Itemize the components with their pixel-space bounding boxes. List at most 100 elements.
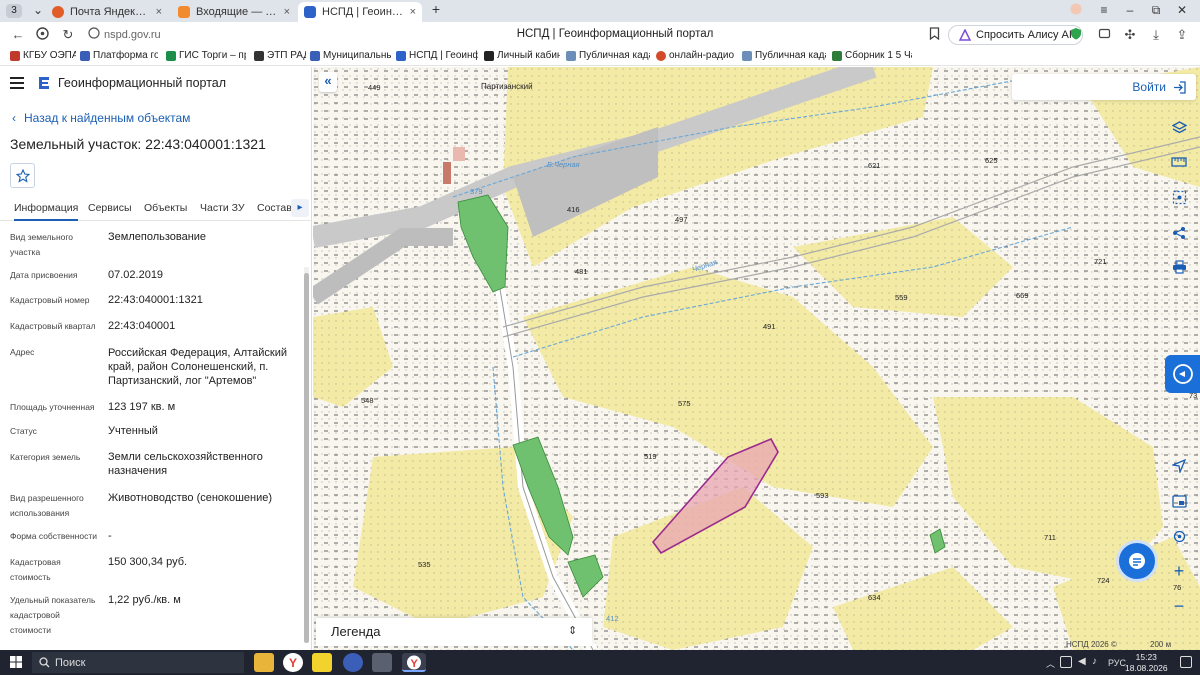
download-icon[interactable]: ⤓ [1148, 27, 1164, 43]
bookmark-item[interactable]: КГБУ ОЭПАК [10, 50, 76, 61]
tab-parcel-parts[interactable]: Части ЗУ [200, 202, 245, 214]
system-clock[interactable]: 15:23 18.08.2026 [1125, 652, 1168, 674]
media-app-icon[interactable] [312, 653, 332, 672]
clock-time: 15:23 [1135, 652, 1157, 662]
tabs-next-arrow-icon[interactable]: ▸ [291, 199, 309, 217]
refresh-icon[interactable]: ↻ [60, 27, 76, 43]
nspd-favicon-icon [304, 6, 316, 18]
bookmark-item[interactable]: ГИС Торги – прод [166, 50, 246, 61]
close-window-icon[interactable]: ✕ [1170, 3, 1194, 17]
field-label: Статус [10, 426, 37, 436]
language-indicator[interactable]: РУС [1108, 658, 1126, 668]
tab-count-badge[interactable]: 3 [6, 4, 22, 18]
translate-icon[interactable] [1096, 27, 1112, 43]
tray-chevron-icon[interactable]: ︿ [1046, 657, 1055, 670]
bookmark-item[interactable]: ЭТП РАД [254, 50, 306, 61]
bookmark-item[interactable]: Платформа госуд [80, 50, 158, 61]
url-field[interactable]: nspd.gov.ru [104, 29, 161, 41]
ask-alice-button[interactable]: Спросить Алису AI [948, 25, 1083, 45]
minimap-icon[interactable] [1168, 490, 1190, 512]
tab-nspd-portal[interactable]: НСПД | Геоинформацио × [298, 2, 422, 22]
legend-toggle-icon[interactable]: ⇕ [568, 624, 577, 637]
yandex-browser-active-icon[interactable]: Y [402, 653, 426, 672]
yandex-browser-icon[interactable]: Y [283, 653, 303, 672]
tab-services[interactable]: Сервисы [88, 202, 132, 214]
area-select-icon[interactable] [1168, 186, 1190, 208]
back-arrow-icon[interactable]: ← [10, 27, 26, 42]
site-security-icon[interactable] [86, 27, 102, 42]
zoom-out-button[interactable]: − [1168, 595, 1190, 617]
collapse-panel-button[interactable]: « [319, 72, 337, 92]
tab-yandex-mail-360[interactable]: Почта Яндекс 360 — бесп × [46, 2, 168, 22]
elevation-label: 711 [1044, 533, 1056, 542]
search-icon [39, 657, 50, 668]
topographic-map[interactable]: Партизанский Б.Черная Черная 449 416 497… [313, 67, 1200, 650]
bookmark-item[interactable]: Публичная кадас [742, 50, 826, 61]
share-icon[interactable]: ⇪ [1174, 27, 1190, 43]
app-c-icon[interactable] [343, 653, 363, 672]
login-button[interactable]: Войти [1132, 80, 1166, 94]
location-icon[interactable] [1168, 525, 1190, 547]
bookmark-item[interactable]: НСПД | Геоинфор [396, 50, 478, 61]
back-to-results-link[interactable]: ‹ Назад к найденным объектам [12, 111, 190, 125]
bookmark-item[interactable]: Личный кабинет [484, 50, 560, 61]
page-title: НСПД | Геоинформационный портал [516, 28, 714, 40]
settings-app-icon[interactable] [372, 653, 392, 672]
layers-icon[interactable] [1168, 117, 1190, 139]
notifications-icon[interactable] [1180, 656, 1192, 668]
zoom-in-button[interactable]: + [1168, 560, 1190, 582]
field-label: Кадастровый номер [10, 295, 90, 305]
tab-information[interactable]: Информация [14, 202, 79, 221]
network-icon[interactable] [1060, 656, 1072, 668]
windows-start-icon[interactable] [10, 656, 22, 668]
field-value: Учтенный [108, 425, 158, 437]
share-icon[interactable] [1168, 222, 1190, 244]
svg-text:Y: Y [289, 656, 297, 670]
star-icon [15, 168, 30, 183]
bookmark-icon[interactable] [926, 27, 942, 43]
hamburger-menu-icon[interactable] [10, 77, 24, 92]
ruler-icon[interactable] [1168, 151, 1190, 173]
close-icon[interactable]: × [410, 6, 416, 18]
new-tab-button[interactable]: + [424, 1, 448, 17]
svg-text:Y: Y [411, 658, 419, 670]
elevation-label: 416 [567, 205, 580, 214]
yandex-logo-icon[interactable] [34, 27, 50, 43]
elevation-label: 519 [644, 452, 657, 461]
feedback-tab-button[interactable] [1165, 355, 1200, 393]
favorite-button[interactable] [10, 163, 35, 188]
profile-icon[interactable] [1064, 3, 1088, 18]
menu-icon[interactable]: ≡ [1092, 3, 1116, 17]
speaker-icon[interactable]: ♪ [1092, 656, 1097, 667]
field-value: Земли сельскохозяйственного назначения [108, 451, 263, 477]
navigate-icon[interactable] [1168, 455, 1190, 477]
restore-icon[interactable]: ⧉ [1144, 3, 1168, 18]
tab-composition[interactable]: Состав [257, 202, 292, 214]
tab-objects[interactable]: Объекты [144, 202, 187, 214]
bookmark-item[interactable]: Публичная кадас [566, 50, 650, 61]
login-icon[interactable] [1173, 81, 1186, 94]
field-value: Животноводство (сенокошение) [108, 492, 273, 504]
info-tabs: Информация Сервисы Объекты Части ЗУ Сост… [0, 195, 312, 221]
browser-tab-strip: 3 ⌄ Почта Яндекс 360 — бесп × Входящие —… [0, 0, 1200, 22]
close-icon[interactable]: × [284, 6, 290, 18]
legend-panel[interactable]: Легенда ⇕ [316, 618, 592, 646]
field-value: 150 300,34 руб. [108, 556, 188, 568]
bookmark-favicon-icon [166, 50, 176, 61]
panel-scrollbar-thumb[interactable] [304, 273, 309, 643]
elevation-label: 548 [361, 396, 374, 405]
map-view[interactable]: Партизанский Б.Черная Черная 449 416 497… [313, 67, 1200, 650]
extensions-icon[interactable]: ✣ [1122, 27, 1138, 43]
print-icon[interactable] [1168, 256, 1190, 278]
bookmark-item[interactable]: онлайн-радио сл [656, 50, 736, 61]
tab-yandex-inbox[interactable]: Входящие — Яндекс Почта × [172, 2, 296, 22]
shield-icon[interactable] [1068, 27, 1084, 43]
minimize-icon[interactable]: – [1118, 3, 1142, 17]
bookmark-item[interactable]: Муниципальный [310, 50, 392, 61]
close-icon[interactable]: × [156, 6, 162, 18]
mail-favicon-icon [178, 6, 190, 18]
chat-assistant-button[interactable] [1116, 540, 1158, 582]
bookmark-item[interactable]: Сборник 1 5 Часа [832, 50, 912, 61]
file-explorer-icon[interactable] [254, 653, 274, 672]
volume-icon[interactable]: ◀︎ [1078, 656, 1086, 667]
